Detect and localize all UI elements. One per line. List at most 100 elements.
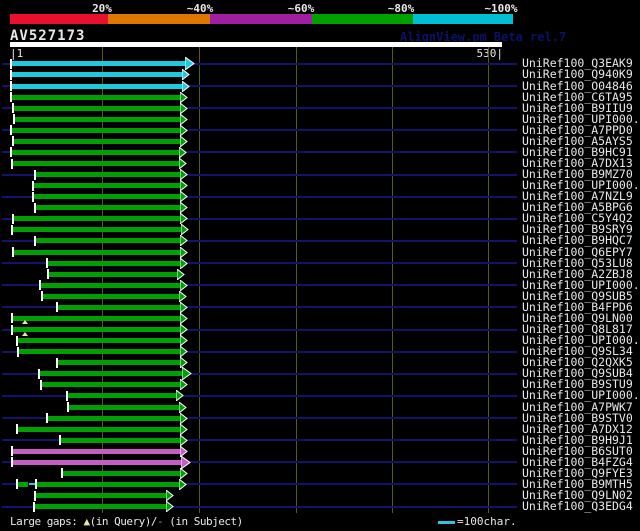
query-start-tick: [10, 147, 12, 158]
alignment-arrow-icon: [180, 301, 188, 313]
alignment-arrow-icon: [180, 102, 188, 114]
alignment-bar[interactable]: [47, 260, 180, 266]
query-start-tick: [46, 413, 48, 424]
alignment-arrow-icon: [181, 224, 189, 236]
query-start-tick: [38, 368, 40, 379]
alignment-bar[interactable]: [12, 327, 180, 333]
alignment-arrow-icon: [181, 455, 191, 469]
alignment-bar[interactable]: [12, 227, 181, 233]
alignment-arrow-icon: [176, 390, 184, 402]
query-start-tick: [47, 269, 49, 280]
alignment-bar[interactable]: [34, 504, 166, 510]
subject-gap-dash: [29, 483, 35, 486]
alignment-arrow-icon: [179, 146, 187, 158]
alignment-bar[interactable]: [14, 116, 180, 122]
alignment-bar[interactable]: [12, 448, 180, 454]
alignment-arrow-icon: [177, 268, 185, 280]
query-start-tick: [12, 136, 14, 147]
alignment-arrow-icon: [180, 124, 188, 136]
alignment-bar[interactable]: [57, 360, 180, 366]
query-start-tick: [66, 390, 68, 401]
alignment-arrow-icon: [182, 69, 190, 81]
alignment-arrow-icon: [180, 467, 188, 479]
alignment-bar[interactable]: [13, 138, 180, 144]
alignment-arrow-icon: [166, 490, 174, 502]
alignment-bar[interactable]: [42, 293, 179, 299]
identity-scale-segment: [108, 14, 210, 24]
query-start-tick: [10, 125, 12, 136]
alignment-bar[interactable]: [41, 382, 180, 388]
gap-legend-prefix: Large gaps:: [10, 515, 84, 528]
identity-scale-segment: [413, 14, 513, 24]
query-start-tick: [11, 224, 13, 235]
alignment-arrow-icon: [179, 478, 187, 490]
alignment-arrow-icon: [180, 246, 188, 258]
alignment-arrow-icon: [180, 180, 188, 192]
alignment-bar[interactable]: [18, 349, 180, 355]
alignment-bar[interactable]: [47, 415, 180, 421]
alignment-bar[interactable]: [57, 304, 180, 310]
alignment-arrow-icon: [180, 257, 188, 269]
query-start-tick: [56, 302, 58, 313]
identity-scale-segment: [312, 14, 413, 24]
identity-scale-segment: [10, 14, 108, 24]
query-start-tick: [61, 468, 63, 479]
identity-scale-segment: [210, 14, 312, 24]
alignment-bar[interactable]: [48, 271, 177, 277]
alignment-arrow-icon: [182, 80, 190, 92]
alignview-screen: 20% ~40% ~60% ~80% ~100% AV527173 AlignView.…: [0, 0, 640, 531]
alignment-bar[interactable]: [17, 426, 180, 432]
alignment-bar[interactable]: [35, 493, 166, 499]
alignment-bar[interactable]: [13, 216, 180, 222]
gap-legend-text: Large gaps: ▲(in Query)/- (in Subject): [10, 515, 243, 528]
alignment-arrow-icon: [185, 57, 195, 71]
alignment-bar[interactable]: [40, 282, 180, 288]
alignment-arrow-icon: [180, 379, 188, 391]
alignment-bar[interactable]: [36, 481, 179, 487]
alignment-bar[interactable]: [17, 338, 180, 344]
query-start-tick: [34, 235, 36, 246]
alignment-bar[interactable]: [11, 61, 185, 67]
alignment-bar[interactable]: [17, 481, 28, 487]
alignment-bar[interactable]: [12, 161, 179, 166]
alignment-arrow-icon: [179, 158, 187, 169]
alignment-arrow-icon: [179, 290, 187, 302]
alignment-bar[interactable]: [33, 194, 180, 200]
query-start-tick: [16, 335, 18, 346]
alignment-bar[interactable]: [62, 470, 180, 476]
alignment-bar[interactable]: [39, 371, 182, 377]
alignment-bar[interactable]: [12, 315, 180, 321]
alignment-bar[interactable]: [35, 205, 180, 211]
query-start-tick: [11, 324, 13, 335]
alignment-arrow-icon: [180, 169, 188, 181]
scale-unit-line-icon: [438, 521, 455, 524]
query-start-tick: [11, 158, 13, 169]
alignment-bar[interactable]: [11, 127, 180, 133]
query-start-tick: [32, 191, 34, 202]
alignment-bar[interactable]: [68, 404, 179, 410]
alignment-bar[interactable]: [35, 238, 180, 244]
alignment-bar[interactable]: [11, 149, 179, 155]
alignment-arrow-icon: [180, 113, 188, 125]
alignment-bar[interactable]: [35, 172, 180, 178]
alignment-arrow-icon: [180, 312, 188, 324]
alignment-bar[interactable]: [33, 183, 180, 189]
alignment-bar[interactable]: [60, 437, 180, 443]
query-start-tick: [17, 346, 19, 357]
alignment-bar[interactable]: [67, 393, 176, 399]
query-start-tick: [10, 58, 12, 69]
query-start-tick: [67, 402, 69, 412]
alignment-arrow-icon: [180, 412, 188, 424]
alignment-bar[interactable]: [13, 249, 180, 255]
alignment-bar[interactable]: [11, 72, 182, 78]
scale-unit-label: =100char.: [457, 515, 517, 528]
alignment-bar[interactable]: [11, 94, 180, 100]
uniref-label[interactable]: UniRef100_Q3EDG4: [522, 500, 633, 512]
alignment-bar[interactable]: [13, 105, 180, 111]
alignment-bar[interactable]: [12, 459, 181, 465]
alignment-arrow-icon: [180, 434, 188, 446]
alignment-arrow-icon: [179, 401, 187, 413]
query-start-tick: [11, 457, 13, 468]
alignment-bar[interactable]: [11, 83, 182, 89]
alignment-arrow-icon: [180, 213, 188, 225]
